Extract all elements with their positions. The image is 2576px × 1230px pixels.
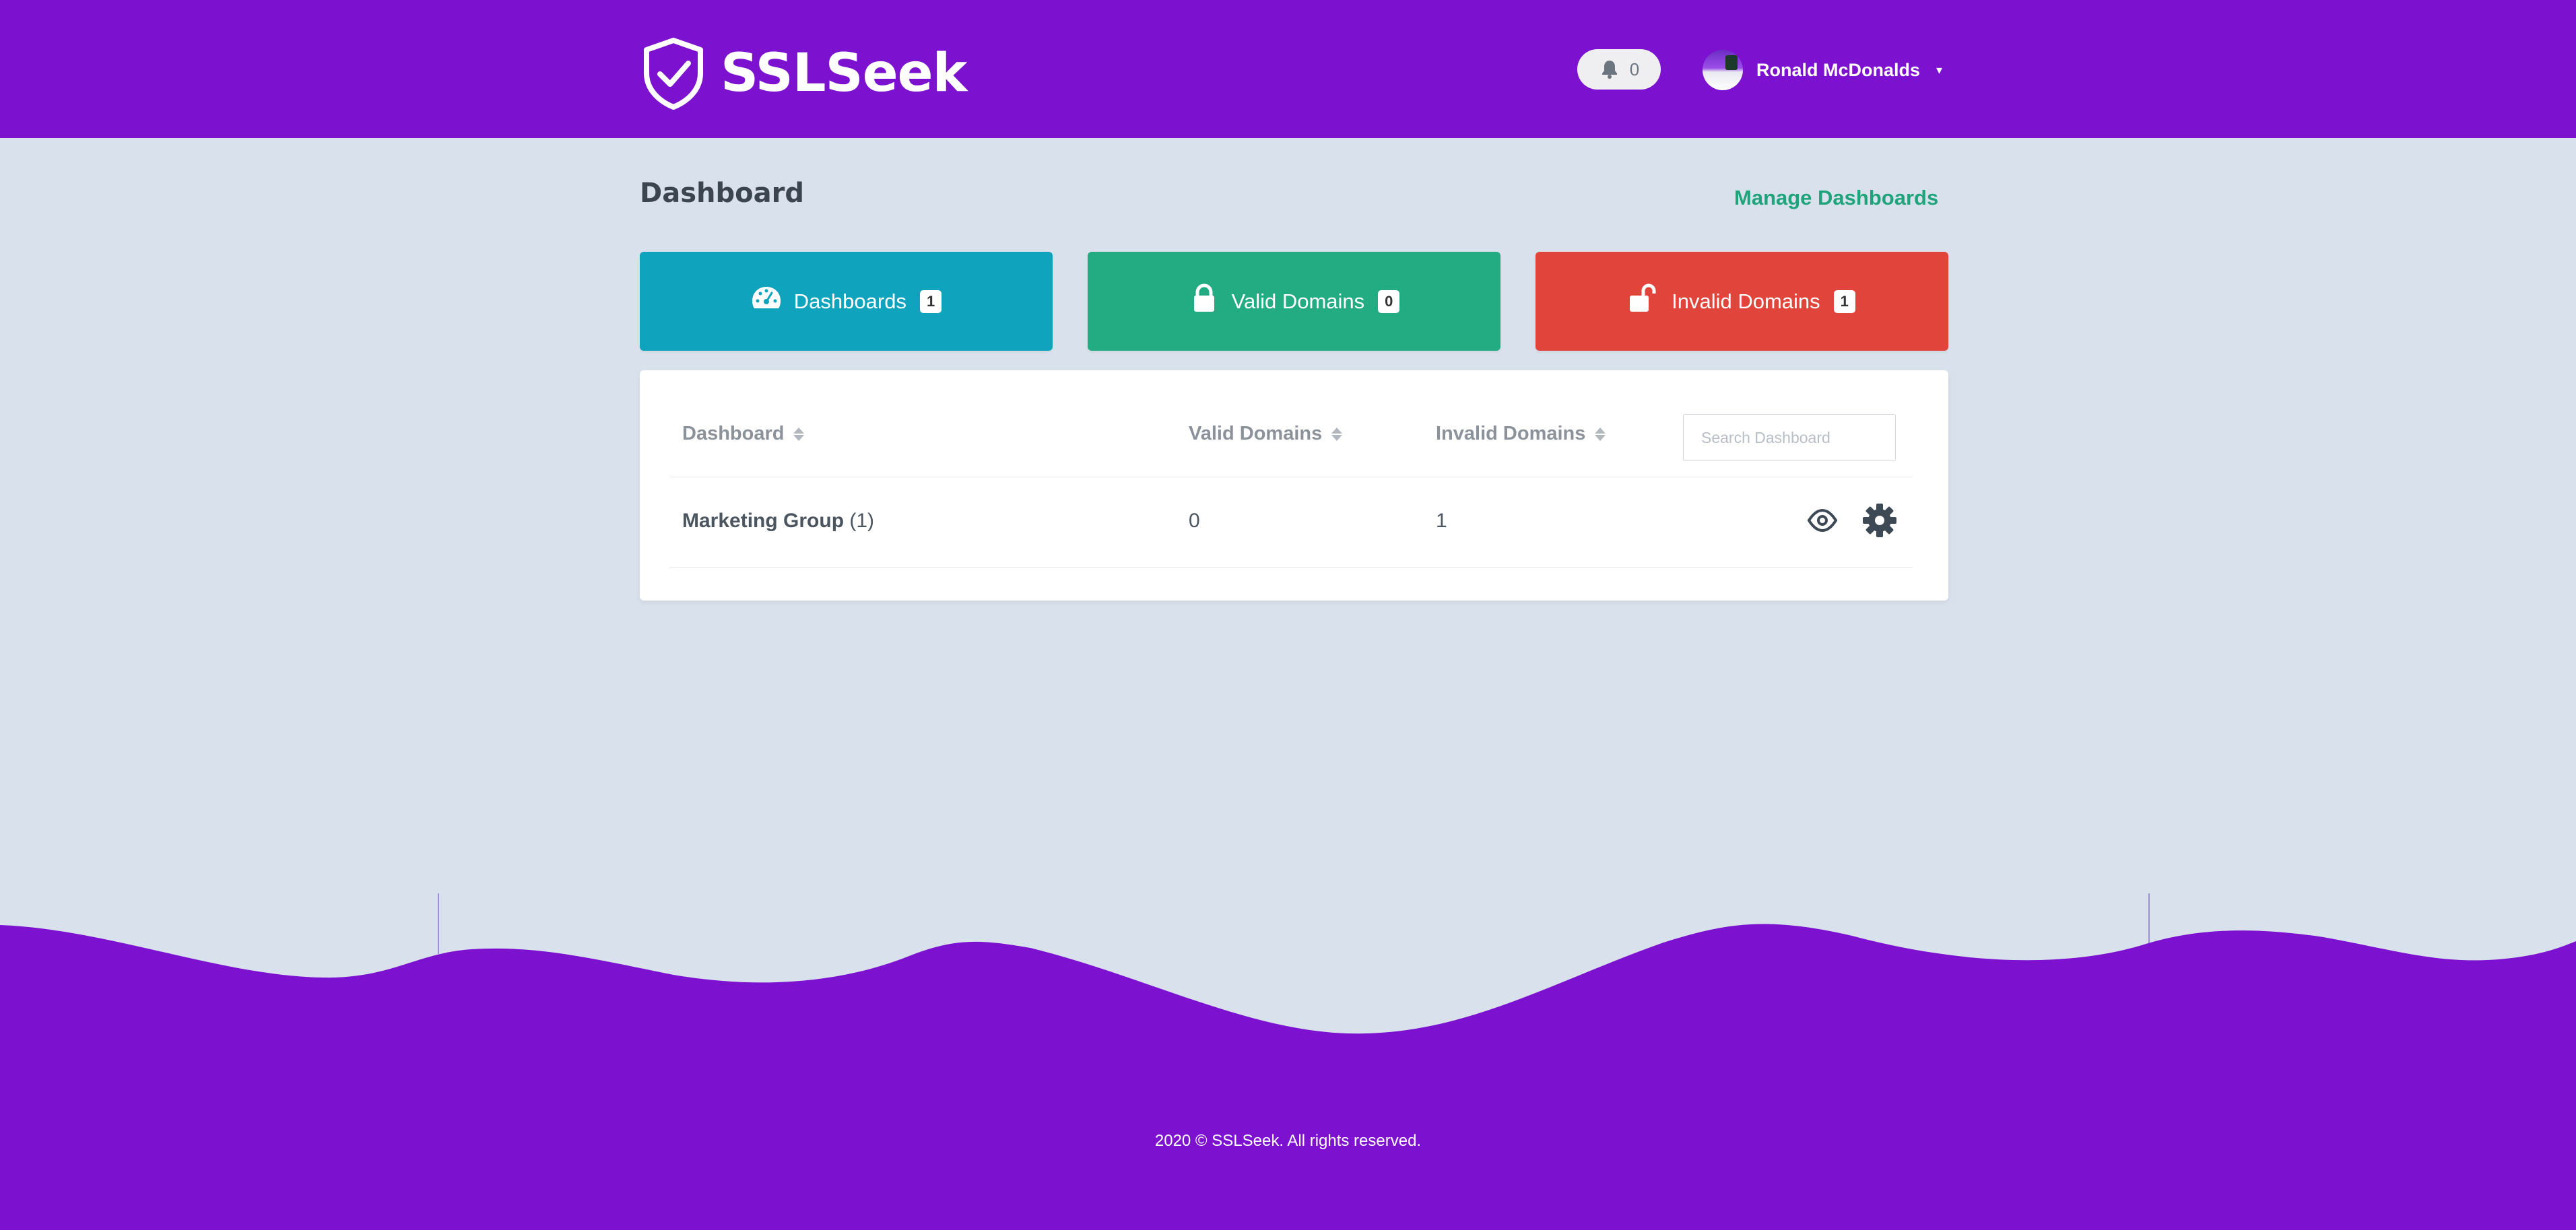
footer-wave bbox=[0, 924, 2576, 1230]
valid-domains-cell: 0 bbox=[1189, 510, 1200, 532]
stat-label: Valid Domains bbox=[1231, 289, 1365, 313]
stat-card-valid-domains[interactable]: Valid Domains 0 bbox=[1088, 252, 1500, 351]
dashboard-gauge-icon bbox=[752, 286, 781, 308]
dashboard-name-cell[interactable]: Marketing Group (1) bbox=[682, 510, 874, 533]
user-menu[interactable]: Ronald McDonalds ▾ bbox=[1703, 50, 1942, 90]
notifications-count: 0 bbox=[1629, 59, 1640, 79]
column-header-invalid-domains[interactable]: Invalid Domains bbox=[1436, 423, 1606, 445]
sort-icon bbox=[1595, 427, 1606, 441]
brand-logo[interactable]: SSLSeek bbox=[640, 36, 967, 110]
view-button[interactable] bbox=[1807, 505, 1838, 536]
sort-icon bbox=[793, 427, 805, 441]
caret-down-icon: ▾ bbox=[1936, 63, 1943, 77]
avatar bbox=[1703, 50, 1743, 90]
eye-icon bbox=[1807, 508, 1838, 533]
unlock-icon bbox=[1630, 283, 1656, 312]
column-header-valid-domains[interactable]: Valid Domains bbox=[1189, 423, 1343, 445]
lock-icon bbox=[1193, 283, 1214, 312]
count-badge: 0 bbox=[1378, 289, 1400, 313]
notifications-button[interactable]: 0 bbox=[1577, 49, 1661, 90]
column-header-dashboard[interactable]: Dashboard bbox=[682, 423, 805, 445]
stat-card-dashboards[interactable]: Dashboards 1 bbox=[640, 252, 1053, 351]
stat-label: Invalid Domains bbox=[1672, 289, 1820, 313]
bell-icon bbox=[1601, 61, 1617, 79]
dashboard-count: (1) bbox=[849, 510, 875, 532]
count-badge: 1 bbox=[919, 289, 942, 313]
top-navbar: SSLSeek 0 Ronald McDonalds ▾ bbox=[0, 0, 2576, 138]
column-header-label: Invalid Domains bbox=[1436, 423, 1586, 444]
manage-dashboards-link[interactable]: Manage Dashboards bbox=[1734, 186, 1938, 210]
stat-label: Dashboards bbox=[793, 289, 906, 313]
shield-check-icon bbox=[644, 38, 703, 110]
count-badge: 1 bbox=[1833, 289, 1855, 313]
stat-card-invalid-domains[interactable]: Invalid Domains 1 bbox=[1535, 252, 1948, 351]
dashboard-name: Marketing Group bbox=[682, 510, 845, 532]
page-title: Dashboard bbox=[640, 178, 804, 209]
settings-button[interactable] bbox=[1861, 502, 1898, 539]
search-dashboard-input[interactable] bbox=[1683, 414, 1896, 461]
brand-name: SSLSeek bbox=[721, 43, 967, 104]
divider bbox=[670, 567, 1913, 568]
footer-copyright: 2020 © SSLSeek. All rights reserved. bbox=[1154, 1132, 1422, 1150]
invalid-domains-cell: 1 bbox=[1436, 510, 1447, 532]
column-header-label: Valid Domains bbox=[1189, 423, 1323, 444]
gear-icon bbox=[1863, 504, 1896, 537]
user-name: Ronald McDonalds bbox=[1756, 59, 1921, 80]
column-header-label: Dashboard bbox=[682, 423, 785, 444]
dashboards-table-card: Dashboard Valid Domains Invalid Domains … bbox=[640, 370, 1948, 601]
sort-icon bbox=[1331, 427, 1343, 441]
